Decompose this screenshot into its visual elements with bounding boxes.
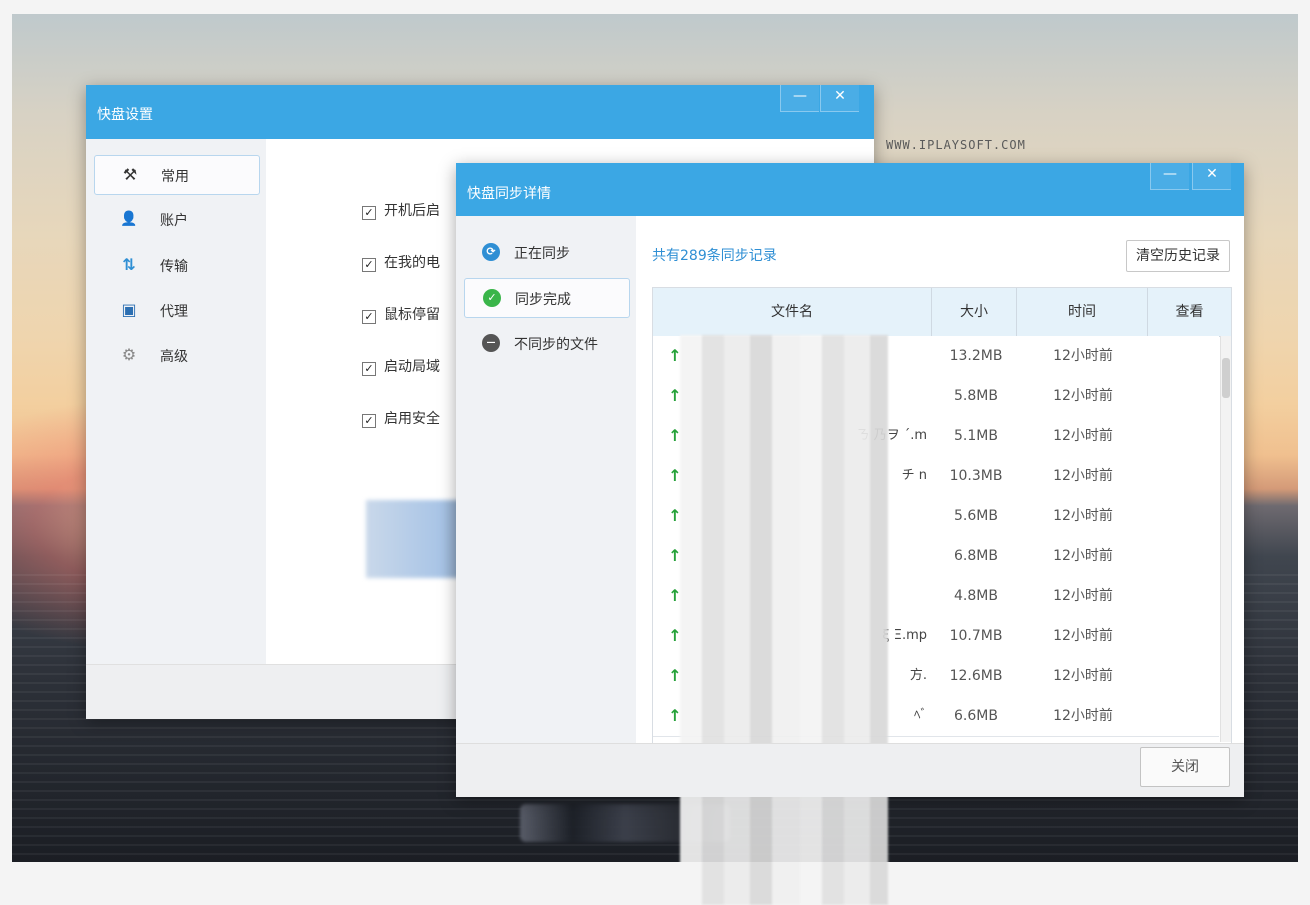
close-button[interactable]: ✕ [1192,163,1231,190]
option-autostart[interactable]: ✓ 开机后启 [362,200,440,220]
sync-titlebar[interactable]: 快盘同步详情 — ✕ [456,163,1244,216]
sidebar-item-unsynced-files[interactable]: — 不同步的文件 [464,324,628,362]
clear-history-button[interactable]: 清空历史记录 [1126,240,1230,272]
option-label: 在我的电 [384,255,440,271]
option-label: 开机后启 [384,203,440,219]
sync-details-window: 快盘同步详情 — ✕ ⟳ 正在同步 ✓ 同步完成 — 不同步的文件 共有289条… [456,163,1244,905]
monitor-icon: ▣ [121,300,137,319]
checkbox[interactable]: ✓ [362,310,376,324]
watermark-text: WWW.IPLAYSOFT.COM [886,138,1026,152]
tools-icon: ⚒ [122,165,138,184]
cell-time: 12小时前 [1053,388,1113,404]
cell-time: 12小时前 [1053,628,1113,644]
cell-time: 12小时前 [1053,588,1113,604]
checkbox[interactable]: ✓ [362,362,376,376]
syncing-icon: ⟳ [482,243,500,261]
settings-titlebar[interactable]: 快盘设置 — ✕ [86,85,874,139]
minus-circle-icon: — [482,334,500,352]
checkbox[interactable]: ✓ [362,206,376,220]
sidebar-item-advanced[interactable]: ⚙ 高级 [94,336,258,374]
sidebar-item-label: 常用 [161,169,189,185]
sidebar-item-label: 正在同步 [514,246,570,262]
settings-title: 快盘设置 [97,107,153,123]
option-security[interactable]: ✓ 启用安全 [362,408,440,428]
cell-size: 12.6MB [949,668,1003,684]
cell-size: 5.8MB [954,388,998,404]
table-header: 文件名 大小 时间 查看 [653,288,1231,337]
sidebar-item-label: 高级 [160,349,188,365]
sidebar-item-syncing[interactable]: ⟳ 正在同步 [464,233,628,271]
cell-size: 6.6MB [954,708,998,724]
column-header-view[interactable]: 查看 [1148,288,1231,336]
cell-time: 12小时前 [1053,428,1113,444]
cell-time: 12小时前 [1053,468,1113,484]
option-label: 启用安全 [384,411,440,427]
sidebar-item-label: 账户 [160,213,188,229]
gear-icon: ⚙ [121,345,137,364]
sidebar-item-label: 传输 [160,259,188,275]
sidebar-item-transfer[interactable]: ⇅ 传输 [94,246,258,284]
close-button[interactable]: ✕ [820,85,859,112]
cell-time: 12小时前 [1053,708,1113,724]
sidebar-item-proxy[interactable]: ▣ 代理 [94,291,258,329]
option-label: 鼠标停留 [384,307,440,323]
cell-size: 10.7MB [949,628,1003,644]
sync-title: 快盘同步详情 [467,186,551,202]
blurred-filenames [680,335,888,905]
sync-sidebar: ⟳ 正在同步 ✓ 同步完成 — 不同步的文件 [456,216,636,743]
cell-size: 6.8MB [954,548,998,564]
table-scrollbar[interactable] [1220,336,1231,742]
cell-time: 12小时前 [1053,508,1113,524]
option-mouse-hover[interactable]: ✓ 鼠标停留 [362,304,440,324]
sidebar-item-label: 不同步的文件 [514,337,598,353]
cell-time: 12小时前 [1053,668,1113,684]
sidebar-item-sync-complete[interactable]: ✓ 同步完成 [464,278,630,318]
checkbox[interactable]: ✓ [362,258,376,272]
sidebar-item-general[interactable]: ⚒ 常用 [94,155,260,195]
option-my-computer[interactable]: ✓ 在我的电 [362,252,440,272]
option-lan-sync[interactable]: ✓ 启动局域 [362,356,440,376]
minimize-button[interactable]: — [1150,163,1189,190]
checkbox[interactable]: ✓ [362,414,376,428]
close-dialog-button[interactable]: 关闭 [1140,747,1230,787]
check-circle-icon: ✓ [483,289,501,307]
cell-time: 12小时前 [1053,348,1113,364]
column-header-time[interactable]: 时间 [1017,288,1148,336]
user-icon: 👤 [120,211,138,227]
cell-time: 12小时前 [1053,548,1113,564]
cell-size: 5.6MB [954,508,998,524]
sidebar-item-label: 同步完成 [515,292,571,308]
settings-sidebar: ⚒ 常用 👤 账户 ⇅ 传输 ▣ 代理 ⚙ 高级 [86,139,266,664]
option-label: 启动局域 [384,359,440,375]
sync-record-count: 共有289条同步记录 [652,248,777,264]
scrollbar-thumb[interactable] [1222,358,1230,398]
sidebar-item-label: 代理 [160,304,188,320]
sidebar-item-account[interactable]: 👤 账户 [94,200,258,238]
column-header-size[interactable]: 大小 [932,288,1017,336]
cell-size: 4.8MB [954,588,998,604]
cell-size: 10.3MB [949,468,1003,484]
column-header-filename[interactable]: 文件名 [653,288,932,336]
cell-size: 5.1MB [954,428,998,444]
cell-size: 13.2MB [949,348,1003,364]
minimize-button[interactable]: — [780,85,819,112]
transfer-icon: ⇅ [122,255,136,274]
sync-footer [456,743,1244,797]
